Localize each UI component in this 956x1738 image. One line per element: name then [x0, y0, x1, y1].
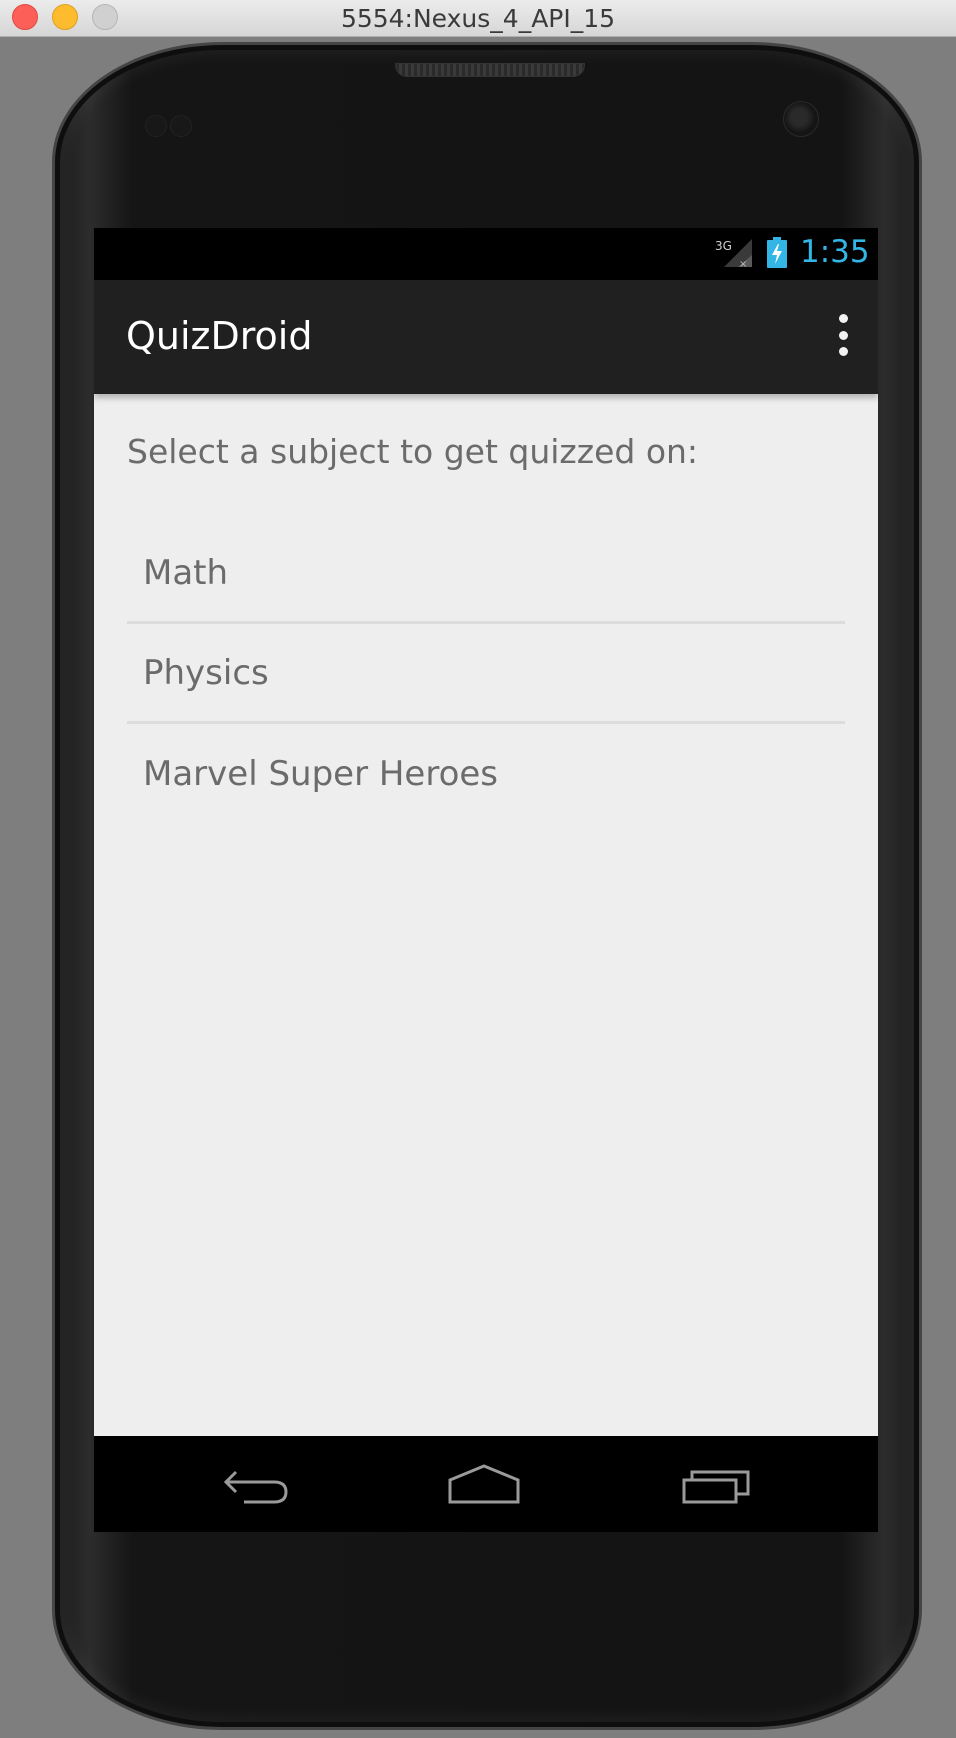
home-icon[interactable] — [446, 1462, 522, 1506]
battery-charging-icon — [767, 237, 787, 268]
back-icon[interactable] — [222, 1462, 292, 1506]
proximity-sensors — [145, 115, 195, 137]
status-clock: 1:35 — [800, 234, 870, 270]
overflow-menu-icon[interactable] — [828, 314, 858, 356]
device-screen: 3G × 1:35 QuizDroid Select a subject to … — [94, 228, 878, 1532]
svg-text:×: × — [739, 259, 747, 269]
subject-item-math[interactable]: Math — [127, 524, 845, 624]
svg-text:3G: 3G — [715, 239, 732, 253]
earpiece-speaker — [395, 63, 585, 77]
window-title-bar: 5554:Nexus_4_API_15 — [0, 0, 956, 37]
status-bar: 3G × 1:35 — [94, 228, 878, 280]
subject-item-marvel-super-heroes[interactable]: Marvel Super Heroes — [127, 724, 845, 824]
signal-3g-icon: 3G × — [715, 239, 752, 269]
subject-item-physics[interactable]: Physics — [127, 624, 845, 724]
main-content: Select a subject to get quizzed on: Math… — [94, 394, 878, 1436]
action-bar: QuizDroid — [94, 280, 878, 394]
front-camera — [783, 101, 819, 137]
subject-prompt: Select a subject to get quizzed on: — [127, 432, 699, 471]
recent-apps-icon[interactable] — [680, 1462, 752, 1506]
window-title: 5554:Nexus_4_API_15 — [340, 4, 616, 33]
navigation-bar — [94, 1436, 878, 1532]
subject-list: Math Physics Marvel Super Heroes — [127, 524, 845, 824]
app-title: QuizDroid — [126, 314, 313, 358]
